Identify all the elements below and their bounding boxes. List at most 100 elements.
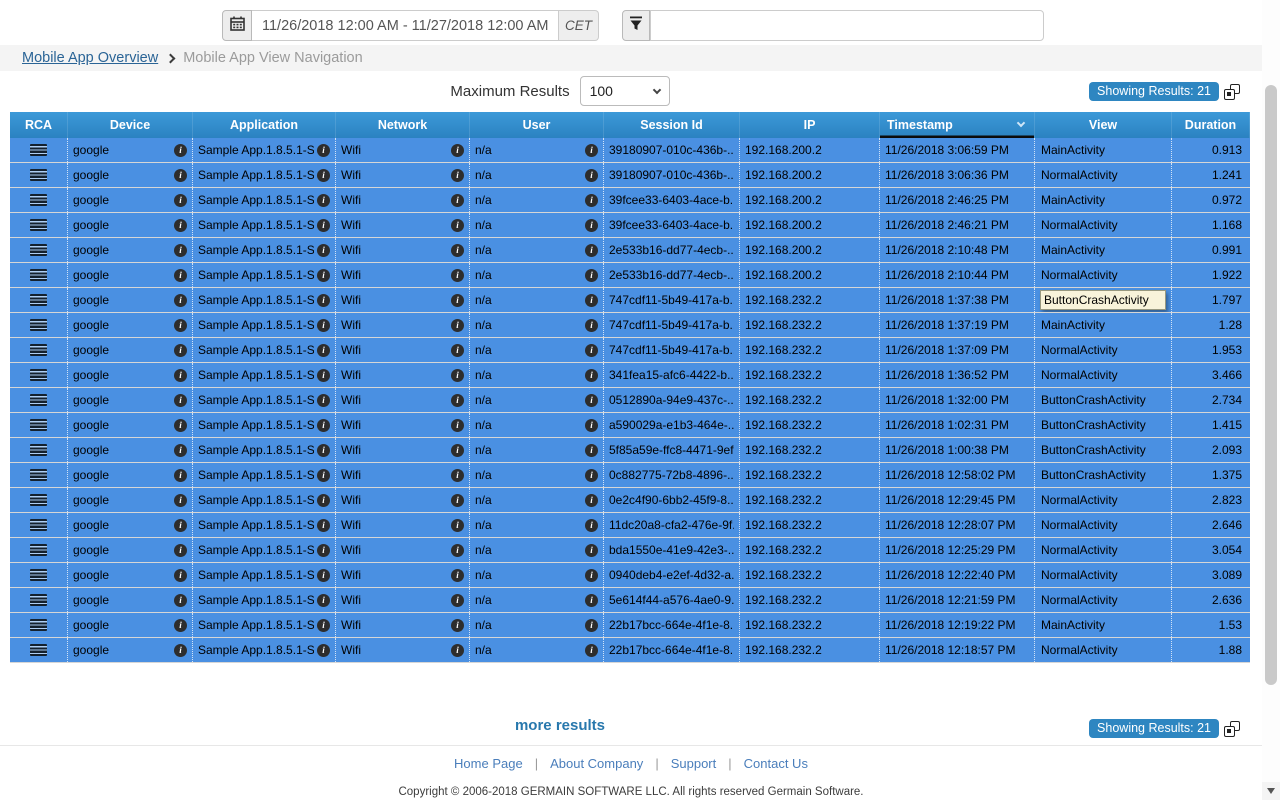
info-icon[interactable] bbox=[317, 444, 330, 457]
filter-input[interactable] bbox=[650, 10, 1044, 41]
info-icon[interactable] bbox=[585, 394, 598, 407]
info-icon[interactable] bbox=[451, 569, 464, 582]
info-icon[interactable] bbox=[174, 269, 187, 282]
info-icon[interactable] bbox=[585, 594, 598, 607]
info-icon[interactable] bbox=[585, 569, 598, 582]
column-header-timestamp[interactable]: Timestamp bbox=[880, 112, 1035, 138]
rca-list-icon[interactable] bbox=[30, 494, 47, 506]
info-icon[interactable] bbox=[317, 544, 330, 557]
info-icon[interactable] bbox=[585, 344, 598, 357]
info-icon[interactable] bbox=[174, 369, 187, 382]
table-row[interactable]: google Sample App.1.8.5.1-SN Wifi n/a 0e… bbox=[10, 488, 1250, 513]
info-icon[interactable] bbox=[585, 319, 598, 332]
info-icon[interactable] bbox=[174, 594, 187, 607]
table-row[interactable]: google Sample App.1.8.5.1-SN Wifi n/a 11… bbox=[10, 513, 1250, 538]
info-icon[interactable] bbox=[317, 194, 330, 207]
info-icon[interactable] bbox=[451, 319, 464, 332]
rca-list-icon[interactable] bbox=[30, 644, 47, 656]
info-icon[interactable] bbox=[451, 619, 464, 632]
table-row[interactable]: google Sample App.1.8.5.1-SN Wifi n/a 74… bbox=[10, 338, 1250, 363]
table-row[interactable]: google Sample App.1.8.5.1-SN Wifi n/a 39… bbox=[10, 188, 1250, 213]
info-icon[interactable] bbox=[451, 244, 464, 257]
info-icon[interactable] bbox=[451, 494, 464, 507]
info-icon[interactable] bbox=[451, 194, 464, 207]
info-icon[interactable] bbox=[174, 444, 187, 457]
info-icon[interactable] bbox=[174, 494, 187, 507]
info-icon[interactable] bbox=[174, 619, 187, 632]
info-icon[interactable] bbox=[317, 219, 330, 232]
info-icon[interactable] bbox=[174, 344, 187, 357]
table-row[interactable]: google Sample App.1.8.5.1-SN Wifi n/a a5… bbox=[10, 413, 1250, 438]
contact-us-link[interactable]: Contact Us bbox=[744, 756, 808, 771]
about-company-link[interactable]: About Company bbox=[550, 756, 643, 771]
rca-list-icon[interactable] bbox=[30, 544, 47, 556]
home-page-link[interactable]: Home Page bbox=[454, 756, 523, 771]
rca-list-icon[interactable] bbox=[30, 369, 47, 381]
info-icon[interactable] bbox=[451, 394, 464, 407]
info-icon[interactable] bbox=[174, 544, 187, 557]
rca-list-icon[interactable] bbox=[30, 594, 47, 606]
info-icon[interactable] bbox=[585, 519, 598, 532]
date-range-input[interactable] bbox=[252, 10, 559, 41]
info-icon[interactable] bbox=[317, 369, 330, 382]
table-row[interactable]: google Sample App.1.8.5.1-SN Wifi n/a 5e… bbox=[10, 588, 1250, 613]
rca-list-icon[interactable] bbox=[30, 344, 47, 356]
info-icon[interactable] bbox=[585, 194, 598, 207]
info-icon[interactable] bbox=[317, 594, 330, 607]
vertical-scrollbar[interactable] bbox=[1262, 0, 1280, 800]
info-icon[interactable] bbox=[317, 294, 330, 307]
rca-list-icon[interactable] bbox=[30, 194, 47, 206]
calendar-button[interactable] bbox=[222, 10, 252, 41]
rca-list-icon[interactable] bbox=[30, 619, 47, 631]
info-icon[interactable] bbox=[174, 219, 187, 232]
info-icon[interactable] bbox=[451, 419, 464, 432]
info-icon[interactable] bbox=[585, 369, 598, 382]
scroll-down-button[interactable] bbox=[1262, 782, 1280, 800]
info-icon[interactable] bbox=[585, 469, 598, 482]
info-icon[interactable] bbox=[451, 144, 464, 157]
info-icon[interactable] bbox=[585, 294, 598, 307]
info-icon[interactable] bbox=[451, 369, 464, 382]
more-results-link[interactable]: more results bbox=[0, 717, 1120, 734]
scrollbar-thumb[interactable] bbox=[1265, 85, 1277, 685]
column-header-application[interactable]: Application bbox=[193, 112, 336, 138]
rca-list-icon[interactable] bbox=[30, 569, 47, 581]
info-icon[interactable] bbox=[174, 319, 187, 332]
info-icon[interactable] bbox=[585, 544, 598, 557]
info-icon[interactable] bbox=[317, 469, 330, 482]
info-icon[interactable] bbox=[451, 344, 464, 357]
table-row[interactable]: google Sample App.1.8.5.1-SN Wifi n/a 05… bbox=[10, 388, 1250, 413]
info-icon[interactable] bbox=[451, 444, 464, 457]
info-icon[interactable] bbox=[317, 519, 330, 532]
rca-list-icon[interactable] bbox=[30, 244, 47, 256]
max-results-select[interactable]: 100 bbox=[580, 76, 670, 106]
info-icon[interactable] bbox=[451, 519, 464, 532]
column-header-ip[interactable]: IP bbox=[740, 112, 880, 138]
info-icon[interactable] bbox=[174, 244, 187, 257]
info-icon[interactable] bbox=[174, 294, 187, 307]
info-icon[interactable] bbox=[174, 644, 187, 657]
rca-list-icon[interactable] bbox=[30, 269, 47, 281]
table-row[interactable]: google Sample App.1.8.5.1-SN Wifi n/a 5f… bbox=[10, 438, 1250, 463]
info-icon[interactable] bbox=[585, 419, 598, 432]
info-icon[interactable] bbox=[451, 269, 464, 282]
column-header-session-id[interactable]: Session Id bbox=[604, 112, 740, 138]
info-icon[interactable] bbox=[585, 244, 598, 257]
table-row[interactable]: google Sample App.1.8.5.1-SN Wifi n/a 34… bbox=[10, 363, 1250, 388]
info-icon[interactable] bbox=[317, 144, 330, 157]
info-icon[interactable] bbox=[585, 169, 598, 182]
breadcrumb-parent-link[interactable]: Mobile App Overview bbox=[22, 50, 158, 66]
copy-icon[interactable] bbox=[1224, 84, 1240, 100]
info-icon[interactable] bbox=[174, 419, 187, 432]
info-icon[interactable] bbox=[451, 294, 464, 307]
info-icon[interactable] bbox=[451, 169, 464, 182]
info-icon[interactable] bbox=[451, 219, 464, 232]
info-icon[interactable] bbox=[317, 419, 330, 432]
info-icon[interactable] bbox=[174, 144, 187, 157]
rca-list-icon[interactable] bbox=[30, 144, 47, 156]
info-icon[interactable] bbox=[451, 469, 464, 482]
info-icon[interactable] bbox=[317, 344, 330, 357]
column-header-duration[interactable]: Duration bbox=[1172, 112, 1250, 138]
rca-list-icon[interactable] bbox=[30, 169, 47, 181]
info-icon[interactable] bbox=[585, 494, 598, 507]
